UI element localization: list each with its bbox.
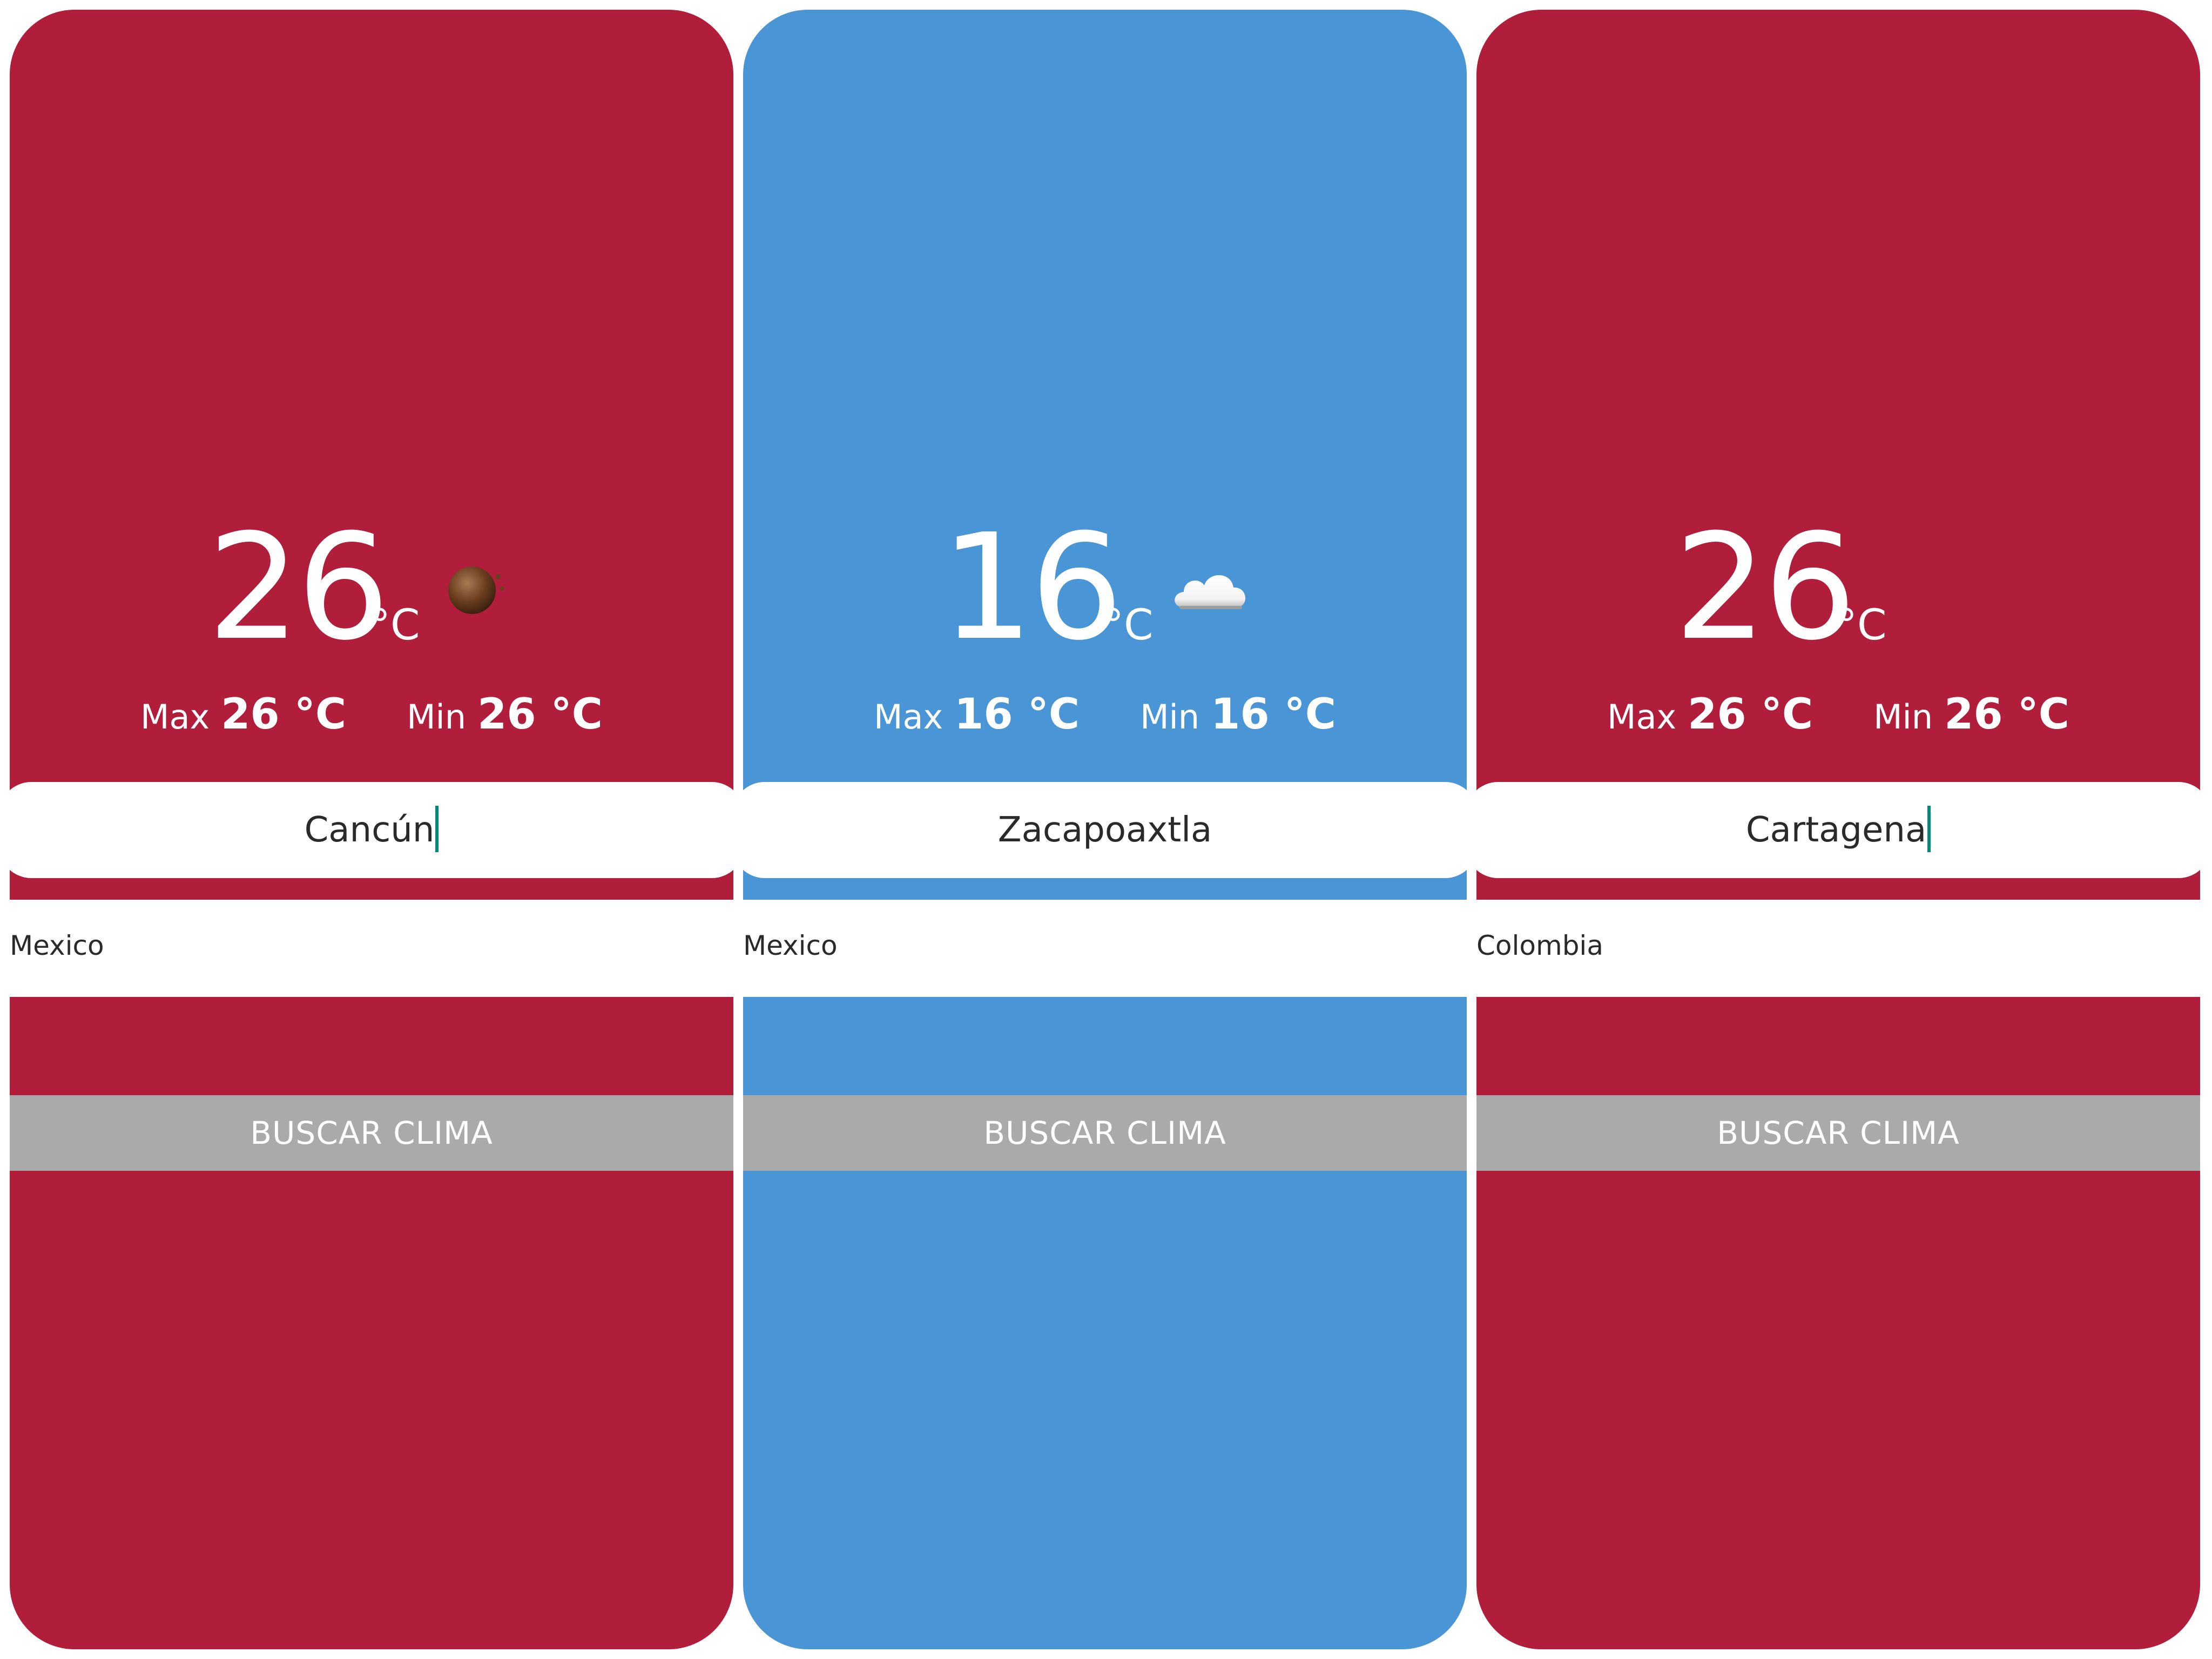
temperature-unit: °C xyxy=(1103,601,1154,650)
weather-card-1: 26 °C Max 26 °C Min 26 °C Cancún Mexico … xyxy=(10,10,733,1649)
sun-icon xyxy=(448,567,504,614)
min-max-row: Max 16 °C Min 16 °C xyxy=(743,687,1467,744)
text-caret xyxy=(435,806,439,853)
cloud-icon xyxy=(1175,575,1246,609)
current-temperature: 16 xyxy=(941,502,1123,672)
min-label: Min xyxy=(1140,697,1200,737)
text-caret xyxy=(1927,806,1931,853)
country-row: Colombia xyxy=(1476,900,2200,997)
min-max-row: Max 26 °C Min 26 °C xyxy=(10,687,733,744)
min-value: 26 °C xyxy=(477,690,603,739)
max-label: Max xyxy=(873,697,943,737)
search-weather-button[interactable]: BUSCAR CLIMA xyxy=(10,1095,733,1171)
search-weather-button[interactable]: BUSCAR CLIMA xyxy=(1476,1095,2200,1171)
current-temperature: 26 xyxy=(1674,502,1857,672)
temperature-unit: °C xyxy=(369,601,420,650)
country-label: Mexico xyxy=(743,930,838,961)
country-row: Mexico xyxy=(10,900,733,997)
country-row: Mexico xyxy=(743,900,1467,997)
temperature-block: 26 °C xyxy=(1476,512,2200,663)
max-value: 16 °C xyxy=(954,690,1080,739)
temperature-unit: °C xyxy=(1836,601,1887,650)
max-label: Max xyxy=(1607,697,1677,737)
search-weather-button[interactable]: BUSCAR CLIMA xyxy=(743,1095,1467,1171)
temperature-block: 26 °C xyxy=(10,512,733,663)
weather-card-3: 26 °C Max 26 °C Min 26 °C Cartagena Colo… xyxy=(1476,10,2200,1649)
country-label: Colombia xyxy=(1476,930,1603,961)
weather-card-2: 16 °C Max 16 °C Min 16 °C Zacapoaxtla Me… xyxy=(743,10,1467,1649)
temperature-block: 16 °C xyxy=(743,512,1467,663)
min-max-row: Max 26 °C Min 26 °C xyxy=(1476,687,2200,744)
min-value: 16 °C xyxy=(1211,690,1337,739)
city-input[interactable]: Cancún xyxy=(10,782,733,878)
max-label: Max xyxy=(140,697,210,737)
min-label: Min xyxy=(407,697,467,737)
city-input[interactable]: Cartagena xyxy=(1476,782,2200,878)
city-input[interactable]: Zacapoaxtla xyxy=(743,782,1467,878)
max-value: 26 °C xyxy=(1688,690,1813,739)
min-label: Min xyxy=(1873,697,1933,737)
min-value: 26 °C xyxy=(1944,690,2070,739)
city-input-value: Cartagena xyxy=(1745,810,1927,850)
country-label: Mexico xyxy=(10,930,104,961)
city-input-value: Cancún xyxy=(304,810,435,850)
city-input-value: Zacapoaxtla xyxy=(997,810,1212,850)
current-temperature: 26 xyxy=(207,502,390,672)
max-value: 26 °C xyxy=(221,690,347,739)
